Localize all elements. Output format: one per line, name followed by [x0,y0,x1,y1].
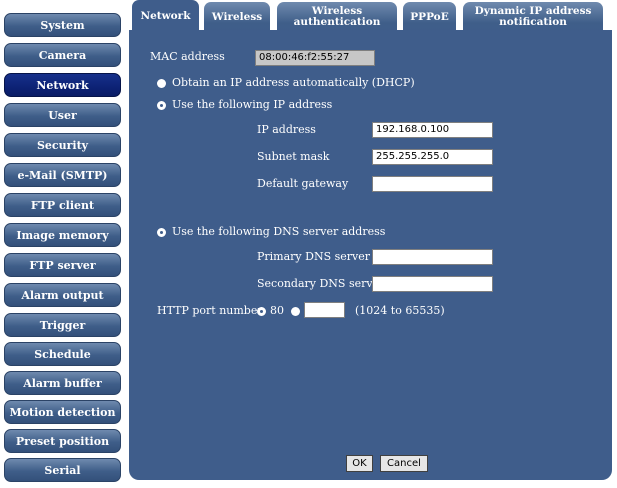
tab-wireless[interactable]: Wireless [204,2,270,32]
http-port-default-radio[interactable] [257,307,266,316]
tab-wireless-authentication[interactable]: Wireless authentication [277,2,397,32]
primary-dns-label: Primary DNS server [257,250,371,263]
tab-pppoe[interactable]: PPPoE [403,2,456,32]
static-ip-label: Use the following IP address [172,98,333,111]
sidebar-item-ftp-client[interactable]: FTP client [4,193,121,217]
cancel-button[interactable]: Cancel [380,455,428,472]
sidebar-item-email-smtp[interactable]: e-Mail (SMTP) [4,163,121,187]
sidebar-item-schedule[interactable]: Schedule [4,342,121,366]
static-ip-radio[interactable] [157,101,166,110]
secondary-dns-label: Secondary DNS server [257,277,385,290]
sidebar: System Camera Network User Security e-Ma… [0,0,128,488]
ip-address-label: IP address [257,123,316,136]
sidebar-item-ftp-server[interactable]: FTP server [4,253,121,277]
sidebar-item-serial[interactable]: Serial [4,458,121,482]
http-port-default-value: 80 [270,304,284,317]
sidebar-item-trigger[interactable]: Trigger [4,313,121,337]
dns-manual-radio[interactable] [157,228,166,237]
http-port-range-hint: (1024 to 65535) [355,304,445,317]
sidebar-item-system[interactable]: System [4,13,121,37]
dhcp-radio[interactable] [157,79,166,88]
http-port-custom-radio[interactable] [291,307,300,316]
sidebar-item-security[interactable]: Security [4,133,121,157]
sidebar-item-image-memory[interactable]: Image memory [4,223,121,247]
secondary-dns-input[interactable] [372,276,493,292]
ok-button[interactable]: OK [346,455,373,472]
http-port-custom-input[interactable] [304,302,345,318]
sidebar-item-alarm-output[interactable]: Alarm output [4,283,121,307]
sidebar-item-motion-detection[interactable]: Motion detection [4,400,121,424]
subnet-mask-input[interactable]: 255.255.255.0 [372,149,493,165]
dhcp-label: Obtain an IP address automatically (DHCP… [172,76,415,89]
sidebar-item-alarm-buffer[interactable]: Alarm buffer [4,371,121,395]
ip-address-input[interactable]: 192.168.0.100 [372,122,493,138]
tab-network[interactable]: Network [132,0,199,32]
default-gateway-input[interactable] [372,176,493,192]
mac-address-label: MAC address [150,50,225,63]
mac-address-field: 08:00:46:f2:55:27 [255,50,375,66]
sidebar-item-network[interactable]: Network [4,73,121,97]
http-port-label: HTTP port number [157,304,263,317]
tab-dynamic-ip-notification[interactable]: Dynamic IP address notification [463,2,603,32]
tab-bar: Network Wireless Wireless authentication… [129,0,612,32]
sidebar-item-camera[interactable]: Camera [4,43,121,67]
dns-manual-label: Use the following DNS server address [172,225,386,238]
default-gateway-label: Default gateway [257,177,349,190]
subnet-mask-label: Subnet mask [257,150,330,163]
sidebar-item-user[interactable]: User [4,103,121,127]
primary-dns-input[interactable] [372,249,493,265]
sidebar-item-preset-position[interactable]: Preset position [4,429,121,453]
